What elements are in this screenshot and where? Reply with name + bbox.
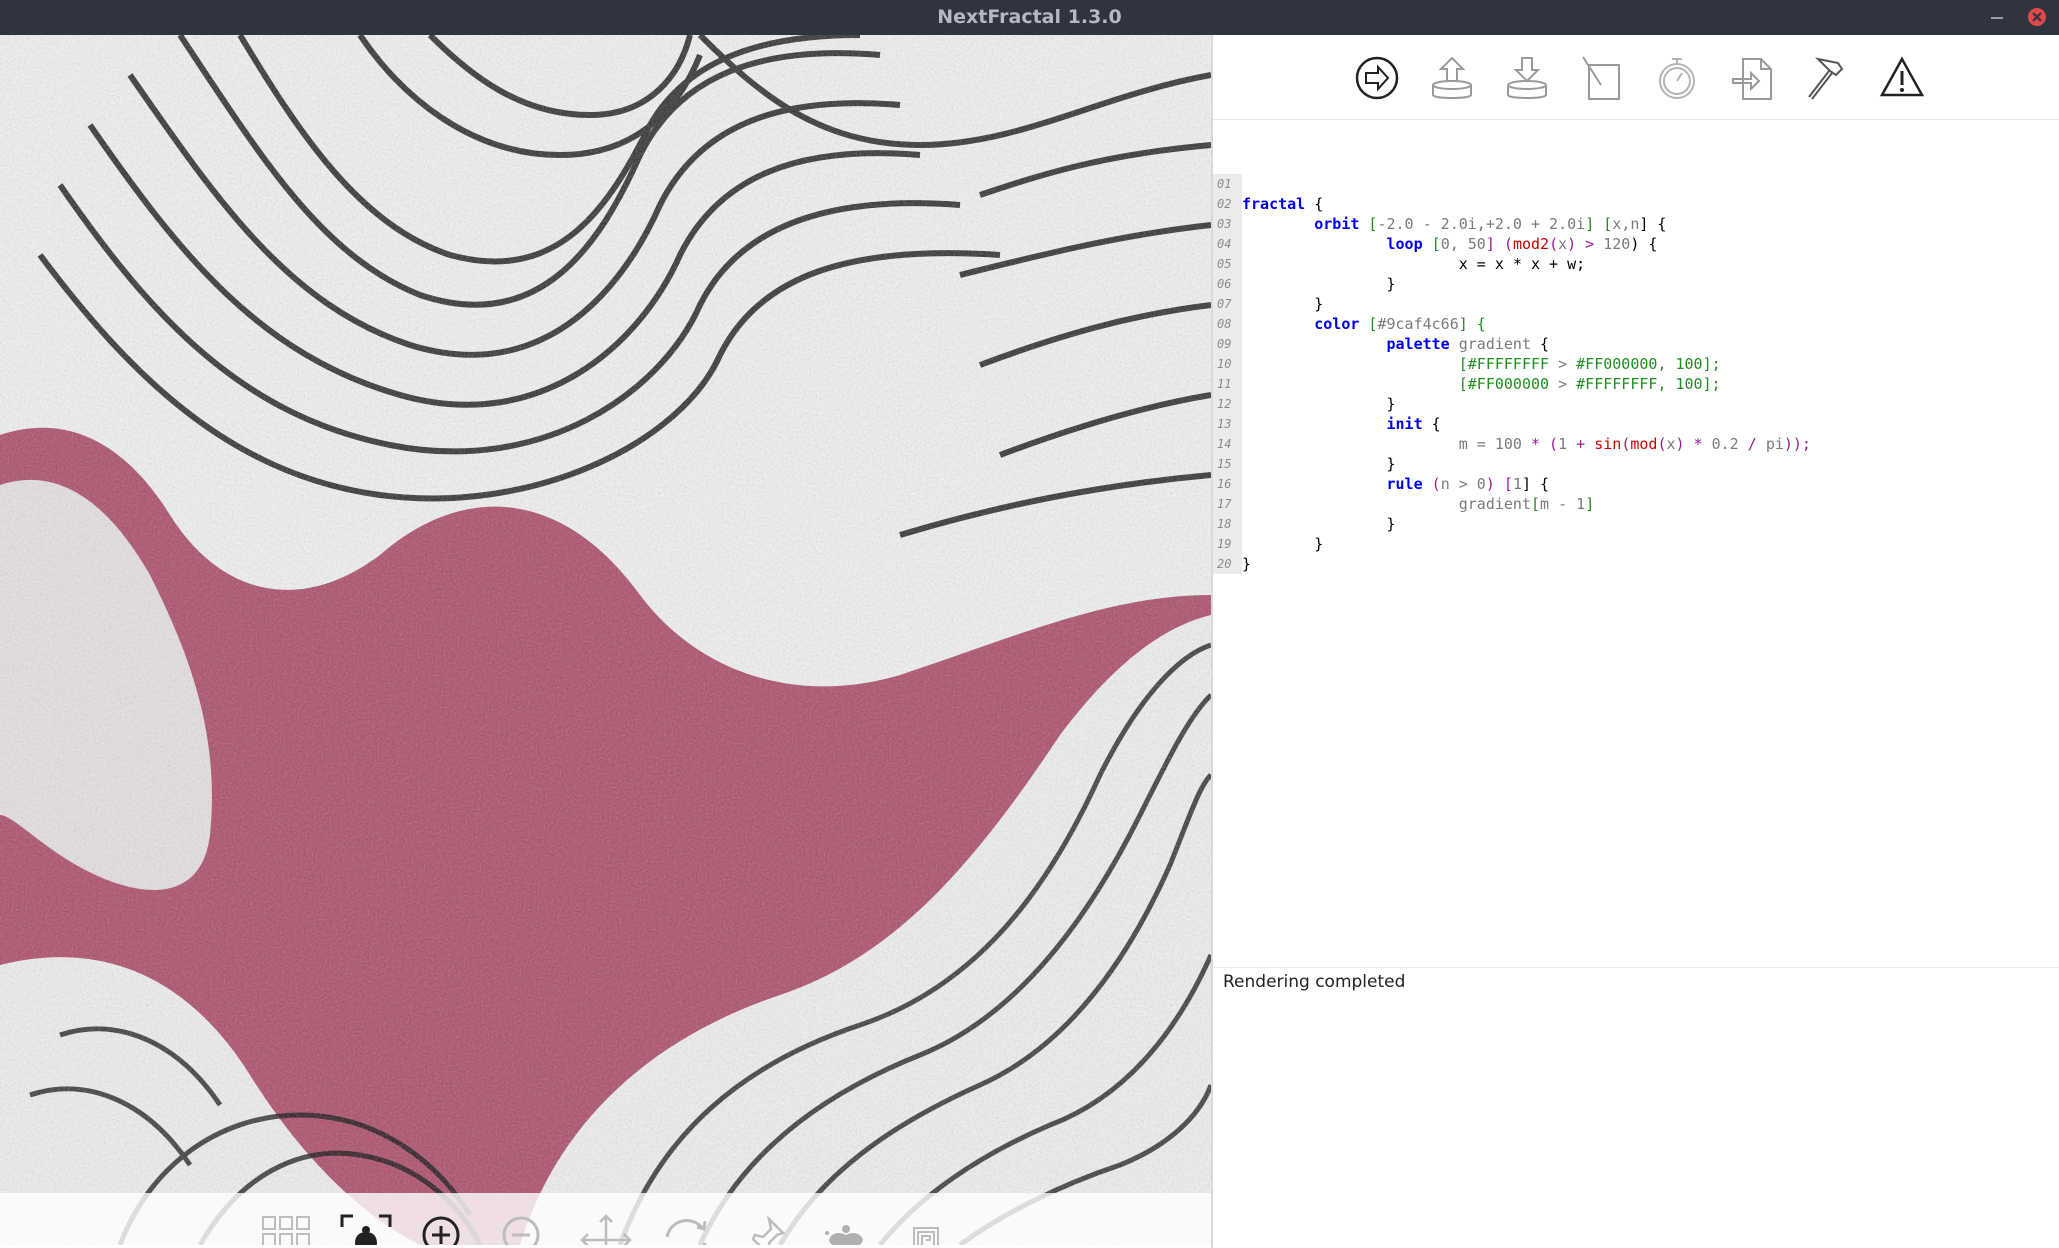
move-icon[interactable] — [579, 1213, 633, 1245]
grid-icon[interactable] — [259, 1213, 313, 1245]
pin-icon[interactable] — [739, 1213, 793, 1245]
status-divider — [1213, 967, 2059, 968]
close-icon[interactable] — [2027, 7, 2047, 27]
title-bar: NextFractal 1.3.0 — [0, 0, 2059, 35]
code-line: 03 loop [0, 50] (mod2(x) > 120) { — [1213, 194, 1657, 253]
code-line: 06 } — [1213, 254, 1323, 313]
fractal-canvas[interactable] — [0, 35, 1211, 1245]
code-line: 12 init { — [1213, 374, 1441, 433]
upload-icon[interactable] — [1429, 55, 1475, 101]
zoom-in-icon[interactable] — [419, 1213, 473, 1245]
status-message: Rendering completed — [1223, 972, 1406, 992]
code-line: 02 orbit [-2.0 - 2.0i,+2.0 + 2.0i] [x,n]… — [1213, 174, 1666, 233]
fractal-image — [0, 35, 1211, 1245]
code-line: 01 fractal { — [1213, 154, 1323, 213]
rotate-icon[interactable] — [659, 1213, 713, 1245]
code-line: 08 palette gradient { — [1213, 294, 1549, 353]
code-line: 19 } — [1213, 514, 1267, 573]
edit-icon[interactable] — [1579, 55, 1625, 101]
code-line: 17 } — [1213, 474, 1396, 533]
code-line: 18 } — [1213, 494, 1323, 553]
code-editor[interactable]: 01 fractal { 02 orbit [-2.0 - 2.0i,+2.0 … — [1213, 119, 2059, 999]
code-line: 05 } — [1213, 234, 1396, 293]
code-line: 10 [#FF000000 > #FFFFFFFF, 100]; — [1213, 334, 1721, 393]
timer-icon[interactable] — [1654, 55, 1700, 101]
spiral-icon[interactable] — [899, 1213, 953, 1245]
minimize-icon[interactable] — [1988, 8, 2006, 26]
warning-icon[interactable] — [1879, 55, 1925, 101]
code-line: 14 } — [1213, 414, 1396, 473]
line-number: 20 — [1213, 554, 1242, 574]
editor-toolbar — [1213, 35, 2059, 120]
render-icon[interactable] — [1354, 55, 1400, 101]
build-icon[interactable] — [1804, 55, 1850, 101]
code-line: 15 rule (n > 0) [1] { — [1213, 434, 1549, 493]
code-line: 16 gradient[m - 1] — [1213, 454, 1594, 513]
fractal-toolbar — [0, 1193, 1211, 1245]
code-line: 11 } — [1213, 354, 1396, 413]
code-line: 13 m = 100 * (1 + sin(mod(x) * 0.2 / pi)… — [1213, 394, 1811, 453]
window-title: NextFractal 1.3.0 — [937, 6, 1122, 28]
code-line: 09 [#FFFFFFFF > #FF000000, 100]; — [1213, 314, 1721, 373]
code-line: 04 x = x * x + w; — [1213, 214, 1585, 273]
editor-panel: 01 fractal { 02 orbit [-2.0 - 2.0i,+2.0 … — [1213, 35, 2059, 1248]
zoom-out-icon[interactable] — [499, 1213, 553, 1245]
download-icon[interactable] — [1504, 55, 1550, 101]
select-region-icon[interactable] — [339, 1213, 393, 1245]
julia-icon[interactable] — [819, 1213, 873, 1245]
code-line: 07 color [#9caf4c66] { — [1213, 274, 1486, 333]
code-line: 20 — [1213, 534, 1267, 574]
export-icon[interactable] — [1729, 55, 1775, 101]
